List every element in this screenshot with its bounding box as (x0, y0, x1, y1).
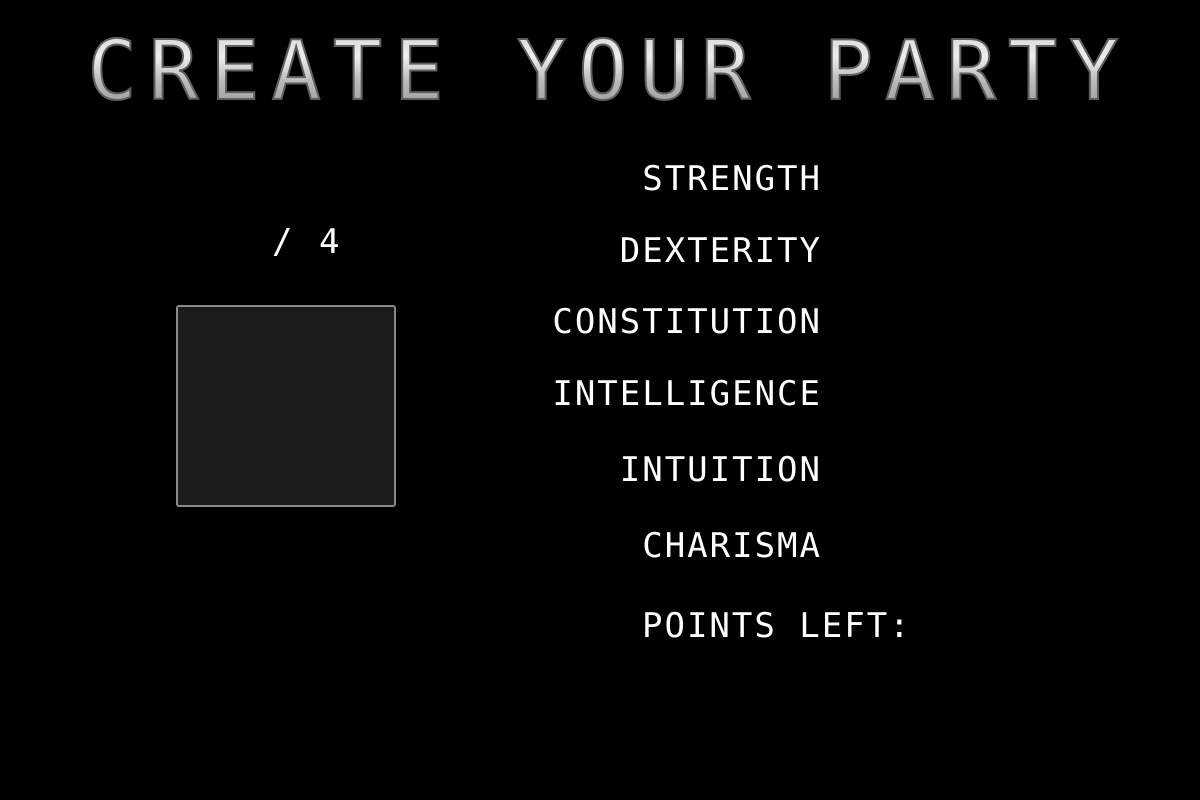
stat-label-intuition: INTUITION (619, 450, 822, 490)
party-member-counter: / 4 (272, 222, 343, 262)
points-left-label: POINTS LEFT: (642, 606, 912, 646)
stat-label-intelligence: INTELLIGENCE (552, 374, 822, 414)
stat-label-dexterity: DEXTERITY (619, 231, 822, 271)
character-portrait-slot[interactable] (176, 305, 396, 507)
stat-label-charisma: CHARISMA (642, 526, 822, 566)
screen-title: CREATE YOUR PARTY (0, 22, 1200, 122)
stat-label-constitution: CONSTITUTION (552, 302, 822, 342)
stat-label-strength: STRENGTH (642, 159, 822, 199)
